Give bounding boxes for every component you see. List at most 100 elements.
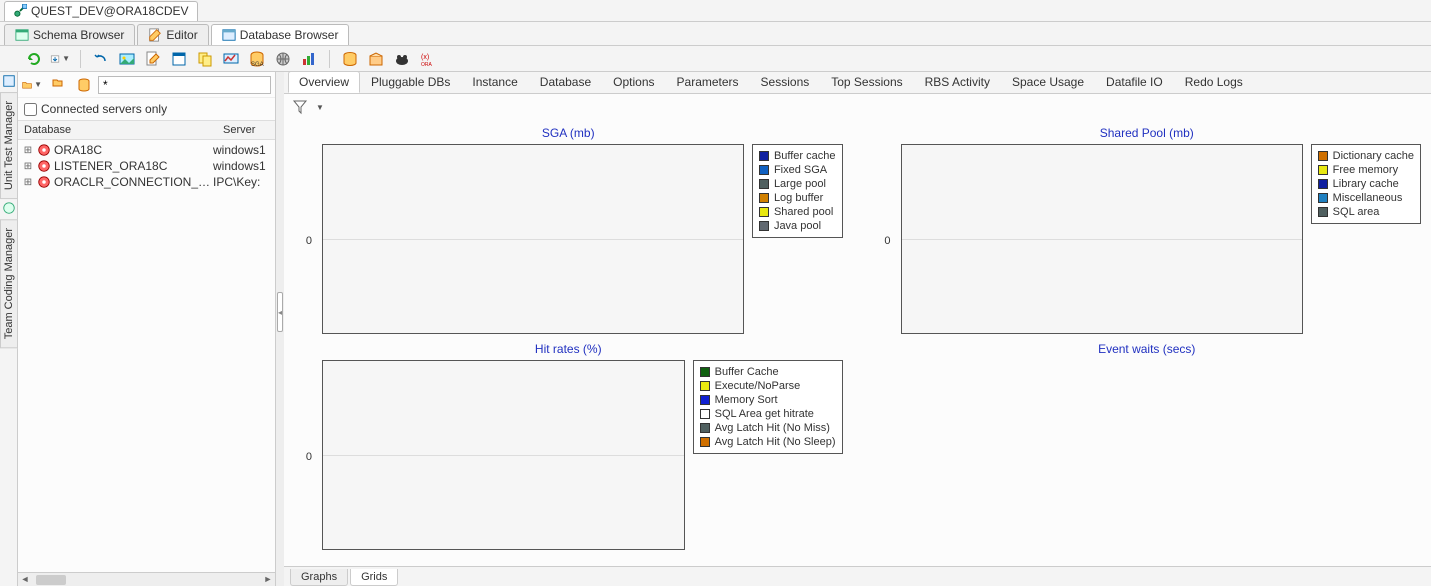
node-label: ORACLR_CONNECTION_DATA (54, 175, 213, 189)
chart-event-waits: Event waits (secs) (873, 340, 1422, 550)
legend-item: Buffer Cache (700, 365, 836, 379)
database-button[interactable] (340, 49, 360, 69)
subtab-database[interactable]: Database (529, 71, 602, 93)
db-node-icon (37, 143, 51, 157)
subtab-instance[interactable]: Instance (461, 71, 528, 93)
tab-schema-browser[interactable]: Schema Browser (4, 24, 135, 45)
connected-only-row: Connected servers only (18, 98, 275, 120)
legend-label: Avg Latch Hit (No Sleep) (715, 436, 836, 448)
undo-button[interactable] (91, 49, 111, 69)
filter-funnel-button[interactable] (290, 97, 310, 117)
overview-toolbar: ▼ (284, 94, 1431, 120)
tab-label: Schema Browser (33, 28, 124, 42)
package-button[interactable] (366, 49, 386, 69)
sidebar-scrollbar[interactable]: ◄ ► (18, 572, 275, 586)
legend-item: Avg Latch Hit (No Sleep) (700, 435, 836, 449)
connection-tab[interactable]: QUEST_DEV@ORA18CDEV (4, 1, 198, 21)
expand-icon[interactable]: ⊞ (22, 161, 34, 172)
toad-button[interactable] (392, 49, 412, 69)
subtab-datafile-io[interactable]: Datafile IO (1095, 71, 1174, 93)
bottom-tab-grids[interactable]: Grids (350, 569, 398, 586)
bottom-tab-graphs[interactable]: Graphs (290, 569, 348, 586)
tree-node[interactable]: ⊞ ORACLR_CONNECTION_DATA IPC\Key: (18, 174, 275, 190)
legend-label: Avg Latch Hit (No Miss) (715, 422, 830, 434)
chart-plot[interactable] (901, 144, 1303, 334)
sga-button[interactable]: SGA (247, 49, 267, 69)
legend-item: Library cache (1318, 177, 1414, 191)
vertical-splitter[interactable]: ◂ (276, 72, 284, 586)
tab-editor[interactable]: Editor (137, 24, 208, 45)
legend-swatch-icon (759, 151, 769, 161)
vertical-tab-bar: Unit Test Manager Team Coding Manager (0, 72, 18, 586)
database-browser-icon (222, 28, 236, 42)
copy-button[interactable] (195, 49, 215, 69)
subtab-space-usage[interactable]: Space Usage (1001, 71, 1095, 93)
y-tick-label: 0 (884, 235, 890, 247)
subtab-overview[interactable]: Overview (288, 71, 360, 93)
image-button[interactable] (117, 49, 137, 69)
chart-y-axis: 0 (294, 144, 314, 334)
legend-item: Fixed SGA (759, 163, 836, 177)
header-database[interactable]: Database (18, 121, 217, 139)
folder-open-button[interactable]: ▼ (22, 75, 42, 95)
expand-icon[interactable]: ⊞ (22, 145, 34, 156)
chart-plot[interactable] (322, 360, 685, 550)
tab-database-browser[interactable]: Database Browser (211, 24, 350, 45)
scroll-thumb[interactable] (36, 575, 66, 585)
tree-node[interactable]: ⊞ ORA18C windows1 (18, 142, 275, 158)
legend-swatch-icon (700, 437, 710, 447)
svg-text:ORA: ORA (421, 62, 433, 67)
vtab-team-coding-manager[interactable]: Team Coding Manager (0, 219, 18, 348)
legend-item: Miscellaneous (1318, 191, 1414, 205)
chevron-down-icon: ▼ (62, 54, 70, 63)
connected-only-checkbox[interactable] (24, 103, 37, 116)
subtab-parameters[interactable]: Parameters (666, 71, 750, 93)
chart-bars-button[interactable] (299, 49, 319, 69)
edit-button[interactable] (143, 49, 163, 69)
chart-plot[interactable] (322, 144, 744, 334)
folder-tree-button[interactable] (50, 75, 70, 95)
scroll-right-icon[interactable]: ► (261, 574, 275, 586)
expand-icon[interactable]: ⊞ (22, 177, 34, 188)
chart-legend: Buffer CacheExecute/NoParseMemory SortSQ… (693, 360, 843, 454)
splitter-grip-icon[interactable]: ◂ (277, 292, 283, 332)
header-server[interactable]: Server (217, 121, 275, 139)
legend-label: SQL area (1333, 206, 1380, 218)
tree-node[interactable]: ⊞ LISTENER_ORA18C windows1 (18, 158, 275, 174)
y-tick-label: 0 (306, 451, 312, 463)
legend-label: Java pool (774, 220, 821, 232)
subtab-redo-logs[interactable]: Redo Logs (1174, 71, 1254, 93)
legend-label: Fixed SGA (774, 164, 827, 176)
legend-swatch-icon (1318, 179, 1328, 189)
cylinder-button[interactable] (74, 75, 94, 95)
db-node-icon (37, 159, 51, 173)
window-button[interactable] (169, 49, 189, 69)
subtab-rbs-activity[interactable]: RBS Activity (914, 71, 1001, 93)
scroll-left-icon[interactable]: ◄ (18, 574, 32, 586)
chart-legend: Buffer cacheFixed SGALarge poolLog buffe… (752, 144, 843, 238)
team-coding-icon (2, 201, 16, 215)
globe-button[interactable] (273, 49, 293, 69)
subtab-pluggable-dbs[interactable]: Pluggable DBs (360, 71, 461, 93)
subtab-sessions[interactable]: Sessions (750, 71, 821, 93)
export-button[interactable]: ▼ (50, 49, 70, 69)
legend-label: Buffer Cache (715, 366, 779, 378)
sidebar-headers: Database Server (18, 120, 275, 140)
refresh-button[interactable] (24, 49, 44, 69)
chart-shared-pool: Shared Pool (mb) 0 Dictionary cacheFree … (873, 124, 1422, 334)
legend-label: Execute/NoParse (715, 380, 801, 392)
subtab-options[interactable]: Options (602, 71, 665, 93)
subtab-top-sessions[interactable]: Top Sessions (820, 71, 913, 93)
sub-tab-bar: Overview Pluggable DBs Instance Database… (284, 72, 1431, 94)
monitor-button[interactable] (221, 49, 241, 69)
sidebar-panel: ▼ Connected servers only Database Server… (18, 72, 276, 586)
node-server: IPC\Key: (213, 175, 271, 189)
legend-swatch-icon (1318, 151, 1328, 161)
node-server: windows1 (213, 143, 271, 157)
legend-swatch-icon (700, 423, 710, 433)
charts-area: SGA (mb) 0 Buffer cacheFixed SGALarge po… (284, 120, 1431, 566)
ora-button[interactable]: (x)ORA (418, 49, 438, 69)
chevron-down-icon[interactable]: ▼ (316, 103, 324, 112)
vtab-unit-test-manager[interactable]: Unit Test Manager (0, 92, 18, 199)
filter-input[interactable] (98, 76, 271, 94)
